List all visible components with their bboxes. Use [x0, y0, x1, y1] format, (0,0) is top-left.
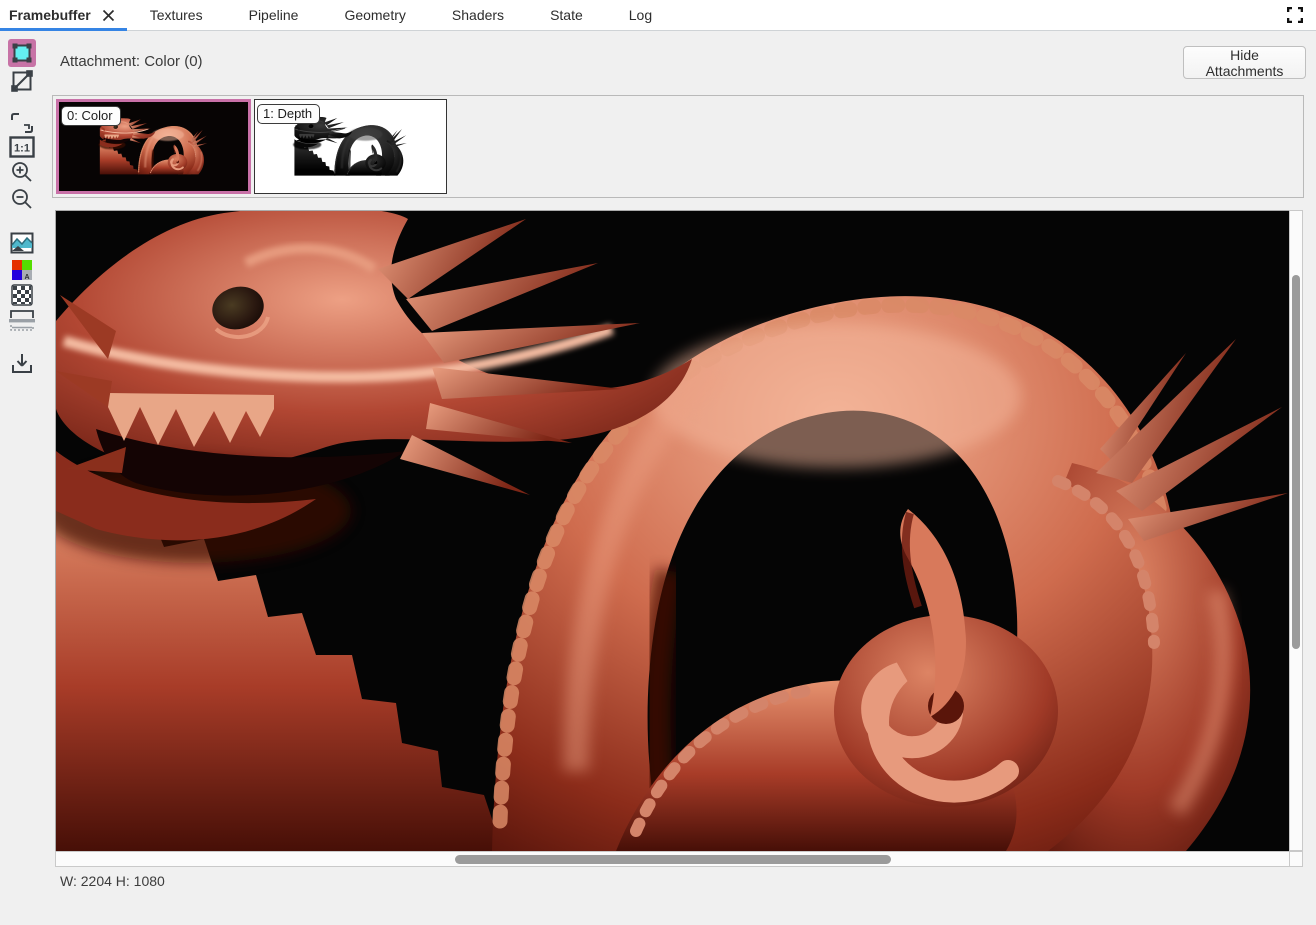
tab-label: Pipeline	[249, 7, 299, 23]
checkerboard-icon	[10, 283, 34, 307]
rgba-channels-icon: A	[10, 258, 34, 282]
svg-text:A: A	[24, 274, 29, 281]
value-range-icon	[9, 309, 35, 331]
rgba-channels-button[interactable]: A	[8, 256, 36, 284]
alpha-checkerboard-button[interactable]	[8, 281, 36, 309]
svg-text:1:1: 1:1	[14, 143, 30, 155]
save-image-button[interactable]	[8, 349, 36, 377]
zoom-in-icon	[10, 160, 34, 184]
actual-size-icon: 1:1	[9, 136, 35, 158]
zoom-in-button[interactable]	[8, 158, 36, 186]
depth-attachment-icon	[10, 69, 34, 93]
tab-label: State	[550, 7, 583, 23]
zoom-out-icon	[10, 187, 34, 211]
horizontal-scrollbar-thumb[interactable]	[455, 855, 891, 864]
attachment-header-label: Attachment: Color (0)	[60, 53, 203, 70]
zoom-out-button[interactable]	[8, 185, 36, 213]
download-icon	[10, 351, 34, 375]
tab-label: Log	[629, 7, 652, 23]
tab-pipeline[interactable]: Pipeline	[226, 0, 322, 30]
fullscreen-icon[interactable]	[1274, 0, 1316, 30]
depth-attachment-toggle-button[interactable]	[8, 67, 36, 95]
attachment-badge: 1: Depth	[257, 104, 320, 124]
tab-label: Textures	[150, 7, 203, 23]
scrollbar-corner	[1289, 851, 1303, 867]
expand-corners-icon	[1287, 7, 1303, 23]
vertical-scrollbar-thumb[interactable]	[1292, 275, 1300, 649]
tab-textures[interactable]: Textures	[127, 0, 226, 30]
framebuffer-viewport[interactable]	[55, 210, 1290, 852]
value-range-button[interactable]	[8, 306, 36, 334]
status-dimensions: W: 2204 H: 1080	[60, 873, 165, 889]
attachment-thumb-color[interactable]: 0: Color	[56, 99, 251, 194]
actual-size-button[interactable]: 1:1	[8, 133, 36, 161]
color-attachment-icon	[10, 41, 34, 65]
vertical-scrollbar[interactable]	[1289, 210, 1303, 851]
close-icon	[102, 9, 115, 22]
tab-state[interactable]: State	[527, 0, 606, 30]
horizontal-scrollbar[interactable]	[55, 851, 1290, 867]
image-view-button[interactable]	[8, 229, 36, 257]
tab-geometry[interactable]: Geometry	[321, 0, 428, 30]
tab-label: Geometry	[344, 7, 405, 23]
tab-shaders[interactable]: Shaders	[429, 0, 527, 30]
close-tab-icon[interactable]	[102, 9, 115, 22]
tab-log[interactable]: Log	[606, 0, 675, 30]
hide-attachments-button[interactable]: Hide Attachments	[1183, 46, 1306, 79]
dragon-render-image	[56, 211, 1289, 851]
tab-label: Framebuffer	[9, 7, 91, 23]
tab-label: Shaders	[452, 7, 504, 23]
attachments-strip: 0: Color 1: Depth	[52, 95, 1304, 198]
fit-to-window-icon	[10, 112, 34, 134]
tab-framebuffer[interactable]: Framebuffer	[0, 0, 127, 30]
color-attachment-toggle-button[interactable]	[8, 39, 36, 67]
attachment-thumb-depth[interactable]: 1: Depth	[254, 99, 447, 194]
attachment-badge: 0: Color	[61, 106, 121, 126]
tab-bar: Framebuffer Textures Pipeline Geometry S…	[0, 0, 1316, 31]
image-icon	[10, 232, 34, 254]
